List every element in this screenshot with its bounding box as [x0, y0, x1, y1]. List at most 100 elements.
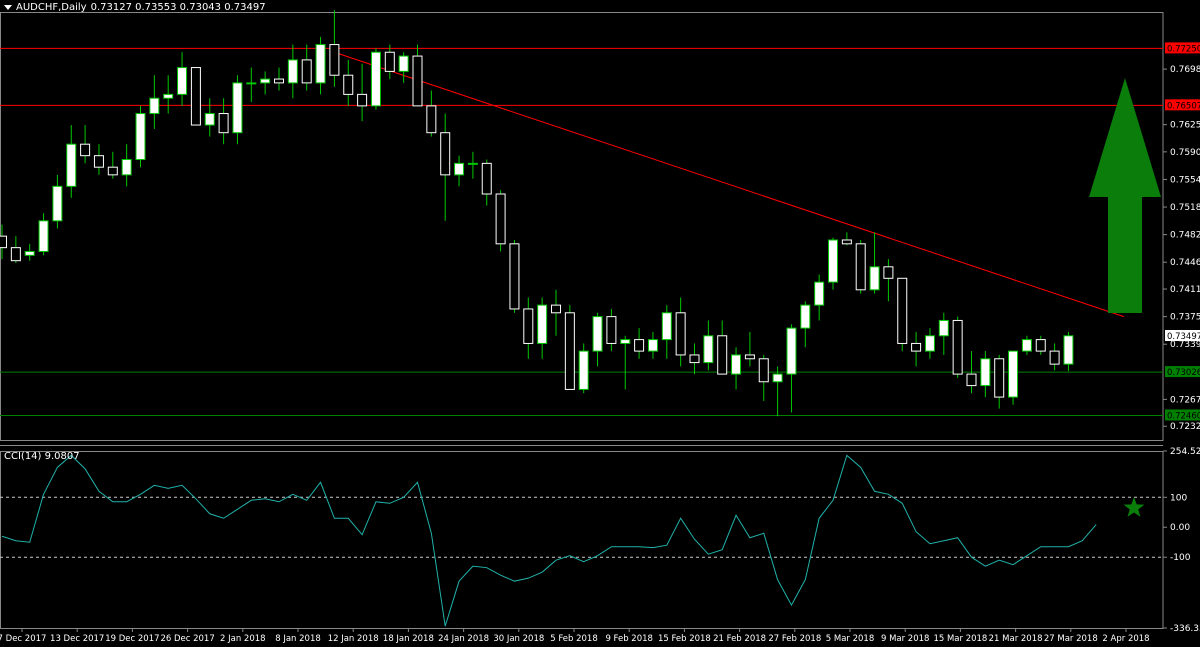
bull-candle[interactable] [814, 281, 825, 306]
bear-candle[interactable] [1049, 350, 1060, 365]
price-axis-label: 0.76255 [1170, 121, 1200, 131]
bear-candle[interactable] [689, 354, 700, 364]
price-chart[interactable]: 0.76980 0.76255 0.75900 0.75540 0.75180 0.748… [0, 0, 1200, 647]
bull-candle[interactable] [828, 239, 838, 283]
bull-candle[interactable] [786, 327, 797, 375]
time-axis-label: 5 Mar 2018 [826, 634, 874, 644]
bull-candle[interactable] [177, 67, 188, 95]
bear-candle[interactable] [10, 247, 21, 262]
bull-candle[interactable] [537, 304, 548, 344]
bull-candle[interactable] [703, 335, 714, 364]
bull-candle[interactable] [204, 113, 215, 126]
bull-candle[interactable] [370, 51, 381, 107]
bull-candle[interactable] [38, 220, 49, 252]
bear-candle[interactable] [80, 143, 91, 157]
bull-candle[interactable] [772, 373, 783, 383]
bull-candle[interactable] [315, 44, 326, 84]
price-axis-label: 0.74110 [1170, 285, 1200, 295]
bull-candle[interactable] [454, 162, 465, 176]
bear-candle[interactable] [952, 319, 963, 375]
bear-candle[interactable] [634, 339, 645, 352]
bear-candle[interactable] [274, 78, 284, 84]
bull-candle[interactable] [938, 319, 949, 337]
bear-candle[interactable] [994, 358, 1005, 398]
time-axis-label: 21 Feb 2018 [713, 634, 766, 644]
bear-candle[interactable] [606, 316, 617, 344]
cci-title: CCI(14) 9.0807 [4, 451, 80, 462]
bull-candle[interactable] [800, 304, 811, 329]
time-axis-label: 2 Apr 2018 [1102, 634, 1149, 644]
bull-candle[interactable] [924, 335, 935, 352]
time-axis-label: 30 Jan 2018 [493, 634, 544, 644]
bull-candle[interactable] [578, 350, 589, 390]
bull-candle[interactable] [149, 97, 160, 115]
bull-candle[interactable] [163, 93, 174, 99]
bear-candle[interactable] [190, 67, 201, 126]
bull-candle[interactable] [287, 59, 298, 84]
bear-candle[interactable] [426, 105, 437, 134]
price-axis-label: 0.74460 [1170, 258, 1200, 268]
bear-candle[interactable] [0, 235, 7, 249]
bull-candle[interactable] [1021, 339, 1032, 352]
bear-candle[interactable] [911, 342, 922, 352]
bear-candle[interactable] [93, 155, 104, 168]
bear-candle[interactable] [1035, 339, 1046, 352]
price-axis-label: 0.72670 [1170, 395, 1200, 405]
bull-candle[interactable] [620, 339, 631, 344]
bear-candle[interactable] [717, 335, 728, 375]
price-axis-label: 0.72320 [1170, 422, 1200, 432]
bull-candle[interactable] [731, 354, 742, 375]
bear-candle[interactable] [564, 312, 575, 390]
bull-candle[interactable] [232, 82, 243, 134]
dropdown-triangle-icon[interactable] [4, 5, 12, 10]
bear-candle[interactable] [357, 93, 368, 107]
bear-candle[interactable] [744, 354, 755, 360]
bear-candle[interactable] [855, 243, 866, 291]
price-tag-label: 0.77250 [1167, 44, 1200, 54]
bear-candle[interactable] [758, 358, 769, 383]
bear-candle[interactable] [384, 51, 395, 72]
bear-candle[interactable] [329, 44, 340, 76]
time-axis-label: 9 Mar 2018 [881, 634, 929, 644]
bull-candle[interactable] [592, 316, 603, 352]
bear-candle[interactable] [495, 193, 506, 245]
bear-candle[interactable] [481, 162, 492, 195]
bull-candle[interactable] [647, 339, 658, 352]
bull-candle[interactable] [260, 78, 271, 84]
bull-candle[interactable] [246, 82, 257, 85]
bear-candle[interactable] [440, 132, 451, 176]
bear-candle[interactable] [107, 166, 118, 176]
cci-axis-label: 100 [1170, 493, 1187, 503]
bull-candle[interactable] [1008, 350, 1019, 398]
bear-candle[interactable] [218, 113, 229, 134]
bear-candle[interactable] [966, 373, 977, 387]
bull-candle[interactable] [869, 266, 880, 291]
price-axis-label: 0.75180 [1170, 203, 1200, 213]
bear-candle[interactable] [883, 266, 894, 279]
bull-candle[interactable] [135, 113, 146, 161]
bull-candle[interactable] [1063, 335, 1074, 365]
bull-candle[interactable] [980, 358, 991, 387]
bear-candle[interactable] [523, 308, 534, 344]
time-axis-label: 24 Jan 2018 [438, 634, 489, 644]
bull-candle[interactable] [398, 55, 409, 72]
bull-candle[interactable] [24, 250, 35, 256]
price-axis-label: 0.73750 [1170, 313, 1200, 323]
bear-candle[interactable] [343, 74, 354, 95]
bear-candle[interactable] [897, 277, 908, 344]
bear-candle[interactable] [841, 239, 852, 245]
bull-candle[interactable] [52, 185, 63, 222]
time-axis-label: 12 Jan 2018 [328, 634, 379, 644]
bear-candle[interactable] [412, 55, 423, 107]
chart-title: AUDCHF,Daily 0.73127 0.73553 0.73043 0.7… [4, 2, 266, 13]
bull-candle[interactable] [661, 312, 672, 341]
bear-candle[interactable] [301, 59, 312, 84]
bull-candle[interactable] [467, 162, 478, 165]
bear-candle[interactable] [509, 243, 520, 310]
bear-candle[interactable] [675, 312, 686, 356]
bear-candle[interactable] [551, 304, 561, 314]
time-axis-label: 21 Mar 2018 [989, 634, 1043, 644]
cci-axis-label: -336.3383 [1170, 624, 1200, 634]
bull-candle[interactable] [66, 143, 77, 187]
bull-candle[interactable] [121, 159, 132, 176]
